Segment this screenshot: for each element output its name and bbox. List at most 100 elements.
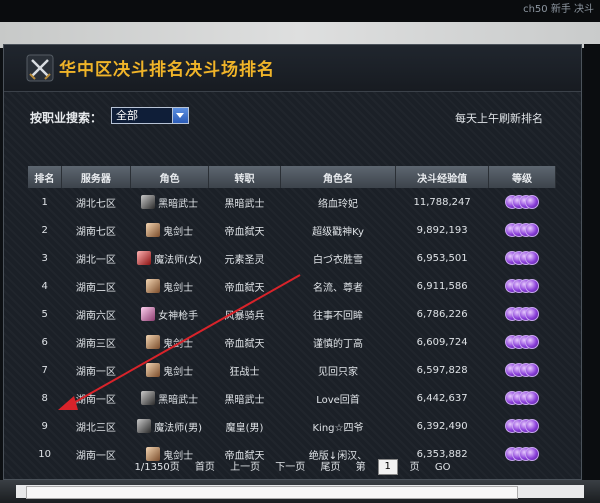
col-level: 等级 <box>488 166 556 188</box>
page-title: 华中区决斗排名决斗场排名 <box>59 60 275 80</box>
exp-cell: 6,786,226 <box>416 308 468 320</box>
panel-header: 华中区决斗排名决斗场排名 <box>4 45 581 92</box>
pager-last-link[interactable]: 尾页 <box>320 462 340 473</box>
character-name-cell[interactable]: Love回首 <box>280 384 395 412</box>
table-row: 8 湖南一区 黑暗武士 黑暗武士 Love回首 6,442,637 <box>28 384 556 412</box>
pager-page-prefix: 第 <box>355 462 366 473</box>
level-cell <box>489 412 556 440</box>
rank-cell: 6 <box>41 336 48 348</box>
character-avatar-icon <box>146 223 161 237</box>
window-top-bar: ch50 新手 决斗 <box>0 0 600 22</box>
server-cell: 湖北一区 <box>75 254 116 266</box>
table-row: 2 湖南七区 鬼剑士 帝血弑天 超级戳神Ky 9,892,193 <box>28 216 556 244</box>
level-badge-icon <box>505 307 539 321</box>
job-cell: 狂战士 <box>229 366 260 378</box>
character-name-cell[interactable]: 谨慎的丁高 <box>280 328 395 356</box>
role-label: 女神枪手 <box>158 310 199 322</box>
job-cell: 帝血弑天 <box>224 338 265 350</box>
table-row: 5 湖南六区 女神枪手 风暴骑兵 往事不回眸 6,786,226 <box>28 300 556 328</box>
col-role: 角色 <box>130 166 210 188</box>
rank-cell: 1 <box>41 196 48 208</box>
level-badge-icon <box>505 419 539 433</box>
role-cell: 黑暗武士 <box>130 188 208 216</box>
character-avatar-icon <box>146 279 161 293</box>
job-cell: 帝血弑天 <box>224 226 265 238</box>
role-cell: 魔法师(女) <box>130 244 208 272</box>
pager-go-button[interactable]: GO <box>435 462 451 473</box>
exp-cell: 6,953,501 <box>416 252 468 264</box>
character-avatar-icon <box>137 251 152 265</box>
character-name-cell[interactable]: 往事不回眸 <box>280 300 395 328</box>
role-cell: 魔法师(男) <box>130 412 208 440</box>
table-row: 3 湖北一区 魔法师(女) 元素圣灵 白づ衣胜雪 6,953,501 <box>28 244 556 272</box>
role-label: 鬼剑士 <box>163 226 194 238</box>
character-name-cell[interactable]: 超级戳神Ky <box>280 216 395 244</box>
job-filter-value: 全部 <box>116 109 138 122</box>
exp-cell: 6,597,828 <box>416 364 468 376</box>
server-cell: 湖南一区 <box>75 394 116 406</box>
scroll-thumb[interactable] <box>26 486 518 499</box>
job-cell: 魔皇(男) <box>225 422 264 434</box>
server-cell: 湖南三区 <box>75 338 116 350</box>
role-label: 鬼剑士 <box>163 282 194 294</box>
pager-first-link[interactable]: 首页 <box>195 462 215 473</box>
rank-cell: 2 <box>41 224 48 236</box>
character-avatar-icon <box>141 195 156 209</box>
character-name-cell[interactable]: 见回只家 <box>280 356 395 384</box>
level-cell <box>489 188 556 216</box>
character-name-cell[interactable]: 名流、尊者 <box>280 272 395 300</box>
character-avatar-icon <box>146 363 161 377</box>
table-row: 9 湖北三区 魔法师(男) 魔皇(男) King☆四爷 6,392,490 <box>28 412 556 440</box>
level-cell <box>489 384 556 412</box>
horizontal-scrollbar[interactable] <box>0 480 600 503</box>
pager: 1/1350页 首页 上一页 下一页 尾页 第1页 GO <box>4 458 581 475</box>
col-job: 转职 <box>208 166 281 188</box>
role-cell: 鬼剑士 <box>130 272 208 300</box>
page-number-input[interactable]: 1 <box>377 459 398 475</box>
exp-cell: 9,892,193 <box>416 224 468 236</box>
table-row: 6 湖南三区 鬼剑士 帝血弑天 谨慎的丁高 6,609,724 <box>28 328 556 356</box>
exp-cell: 6,442,637 <box>416 392 468 404</box>
ranking-table: 排名 服务器 角色 转职 角色名 决斗经验值 等级 1 湖北七区 黑暗武士 黑暗武士络… <box>28 166 556 468</box>
level-badge-icon <box>505 251 539 265</box>
server-cell: 湖南二区 <box>75 282 116 294</box>
refresh-note: 每天上午刷新排名 <box>455 112 543 125</box>
pager-next-link[interactable]: 下一页 <box>275 462 305 473</box>
role-label: 鬼剑士 <box>163 366 194 378</box>
table-row: 4 湖南二区 鬼剑士 帝血弑天 名流、尊者 6,911,586 <box>28 272 556 300</box>
character-avatar-icon <box>141 391 156 405</box>
job-cell: 元素圣灵 <box>224 254 265 266</box>
job-filter-select[interactable]: 全部 <box>111 107 189 124</box>
pager-prev-link[interactable]: 上一页 <box>230 462 260 473</box>
character-name-cell[interactable]: 络血玲妃 <box>280 188 395 216</box>
pager-page-suffix: 页 <box>409 462 420 473</box>
level-cell <box>489 244 556 272</box>
role-cell: 黑暗武士 <box>130 384 208 412</box>
character-avatar-icon <box>137 419 152 433</box>
role-label: 魔法师(女) <box>154 254 202 266</box>
character-name-cell[interactable]: King☆四爷 <box>280 412 395 440</box>
window-corner-text: ch50 新手 决斗 <box>523 4 594 15</box>
chevron-down-icon[interactable] <box>172 108 188 123</box>
role-cell: 鬼剑士 <box>130 216 208 244</box>
rank-cell: 8 <box>41 392 48 404</box>
table-row: 1 湖北七区 黑暗武士 黑暗武士 络血玲妃 11,788,247 <box>28 188 556 216</box>
rank-cell: 4 <box>41 280 48 292</box>
job-filter-label: 按职业搜索： <box>30 111 103 125</box>
rank-cell: 9 <box>41 420 48 432</box>
level-badge-icon <box>505 279 539 293</box>
role-label: 黑暗武士 <box>158 394 199 406</box>
table-row: 7 湖南一区 鬼剑士 狂战士 见回只家 6,597,828 <box>28 356 556 384</box>
job-cell: 黑暗武士 <box>224 198 265 210</box>
job-cell: 黑暗武士 <box>224 394 265 406</box>
role-cell: 女神枪手 <box>130 300 208 328</box>
role-cell: 鬼剑士 <box>130 328 208 356</box>
exp-cell: 6,911,586 <box>416 280 468 292</box>
character-avatar-icon <box>141 307 156 321</box>
server-cell: 湖北三区 <box>75 422 116 434</box>
level-cell <box>489 300 556 328</box>
level-cell <box>489 272 556 300</box>
pager-total: 1/1350页 <box>134 462 180 473</box>
character-name-cell[interactable]: 白づ衣胜雪 <box>280 244 395 272</box>
right-gutter <box>584 44 600 480</box>
